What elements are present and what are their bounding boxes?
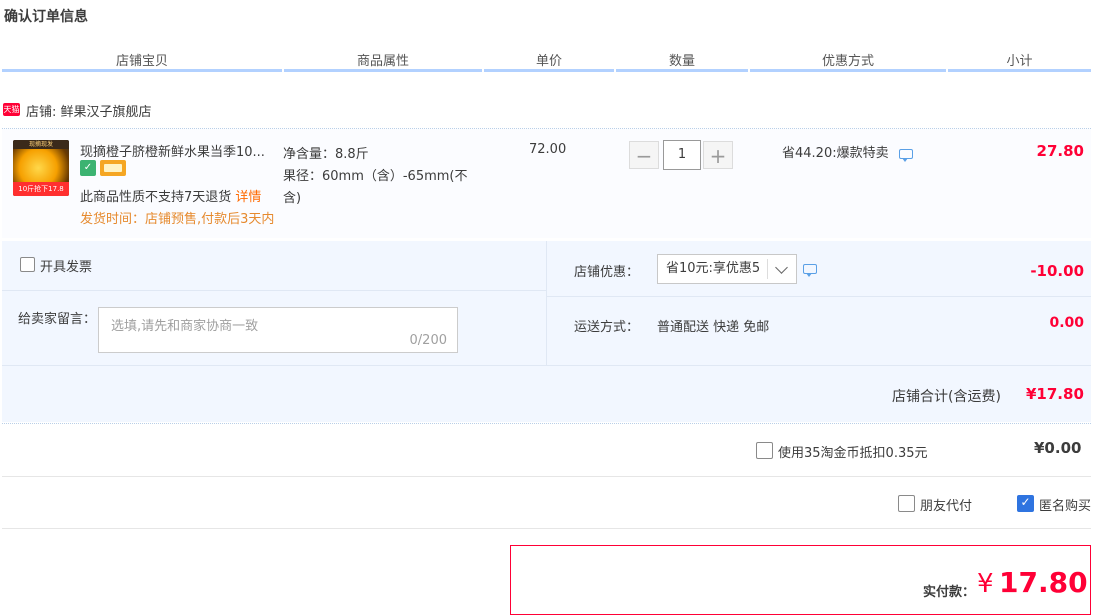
friend-pay-checkbox[interactable] [898, 495, 915, 512]
divider [547, 296, 1091, 297]
shop-discount-amount: -10.00 [984, 262, 1084, 280]
column-underline [2, 69, 282, 72]
message-icon[interactable] [899, 149, 913, 159]
column-underline [948, 69, 1091, 72]
divider [2, 528, 1091, 529]
seller-message-input[interactable]: 选填,请先和商家协商一致 0/200 [98, 307, 458, 353]
chevron-down-icon [775, 261, 788, 274]
return-policy-text: 此商品性质不支持7天退货 [80, 190, 231, 205]
payment-amount: 17.80 [999, 566, 1088, 599]
shop-discount-select[interactable]: 省10元:享优惠5 [657, 254, 797, 284]
column-header-unit-price: 单价 [484, 50, 614, 69]
friend-pay-label[interactable]: 朋友代付 [920, 495, 972, 514]
tmall-badge-icon: 天猫 [3, 103, 20, 116]
column-header-discount: 优惠方式 [750, 50, 946, 69]
divider [546, 241, 547, 365]
column-header-shop-item: 店铺宝贝 [2, 50, 282, 69]
attribute-weight: 净含量：8.8斤 [283, 143, 369, 162]
invoice-label[interactable]: 开具发票 [40, 256, 92, 275]
taobao-coins-label[interactable]: 使用35淘金币抵扣0.35元 [778, 442, 928, 461]
column-underline [284, 69, 482, 72]
page-title: 确认订单信息 [4, 6, 88, 26]
credit-card-icon[interactable] [100, 160, 126, 176]
thumbnail-promo-tag: 10斤抢下17.8 [13, 182, 69, 196]
return-policy-details-link[interactable]: 详情 [235, 190, 261, 205]
column-underline [750, 69, 946, 72]
quantity-input[interactable]: 1 [663, 140, 701, 170]
divider [2, 365, 1091, 366]
item-discount: 省44.20:爆款特卖 [782, 142, 889, 161]
item-subtotal: 27.80 [984, 142, 1084, 160]
divider [2, 290, 546, 291]
return-policy-note: 此商品性质不支持7天退货 详情 [80, 186, 261, 205]
product-thumbnail[interactable]: 现摘现发 10斤抢下17.8 [13, 140, 69, 196]
column-header-subtotal: 小计 [948, 50, 1091, 69]
shop-name-link[interactable]: 店铺: 鲜果汉子旗舰店 [26, 101, 152, 120]
shop-total-label: 店铺合计(含运费) [892, 386, 1001, 406]
payment-currency: ¥ [977, 569, 994, 599]
select-separator [767, 259, 768, 279]
shipping-amount: 0.00 [984, 315, 1084, 331]
quantity-increase-button[interactable]: + [703, 141, 733, 169]
shipping-label: 运送方式： [574, 316, 639, 335]
message-placeholder: 选填,请先和商家协商一致 [111, 315, 258, 334]
unit-price: 72.00 [529, 142, 566, 157]
column-underline [484, 69, 614, 72]
anonymous-purchase-label[interactable]: 匿名购买 [1039, 495, 1091, 514]
product-title-link[interactable]: 现摘橙子脐橙新鲜水果当季10... [80, 141, 270, 160]
anonymous-purchase-checkbox[interactable]: ✓ [1017, 495, 1034, 512]
message-char-count: 0/200 [410, 333, 447, 348]
column-underline [616, 69, 748, 72]
shop-discount-label: 店铺优惠： [574, 261, 639, 280]
shop-total-amount: ¥17.80 [1026, 385, 1084, 403]
attribute-diameter-cont: 含) [283, 187, 301, 206]
invoice-checkbox[interactable] [20, 257, 35, 272]
thumbnail-caption: 现摘现发 [13, 140, 69, 149]
payment-label: 实付款： [923, 581, 975, 600]
column-header-quantity: 数量 [616, 50, 748, 69]
shipping-method: 普通配送 快递 免邮 [657, 316, 769, 335]
taobao-coins-amount: ¥0.00 [1034, 439, 1081, 457]
message-label: 给卖家留言： [18, 308, 96, 327]
quantity-decrease-button[interactable]: − [629, 141, 659, 169]
ship-time-note: 发货时间：店铺预售,付款后3天内 [80, 208, 274, 227]
service-guarantee-icon[interactable]: ✓ [80, 160, 96, 176]
shop-discount-selected: 省10元:享优惠5 [666, 261, 760, 276]
divider [2, 476, 1091, 477]
divider [2, 423, 1091, 424]
attribute-diameter: 果径：60mm（含）-65mm(不 [283, 165, 468, 184]
taobao-coins-checkbox[interactable] [756, 442, 773, 459]
message-icon[interactable] [803, 264, 817, 274]
column-header-attributes: 商品属性 [284, 50, 482, 69]
